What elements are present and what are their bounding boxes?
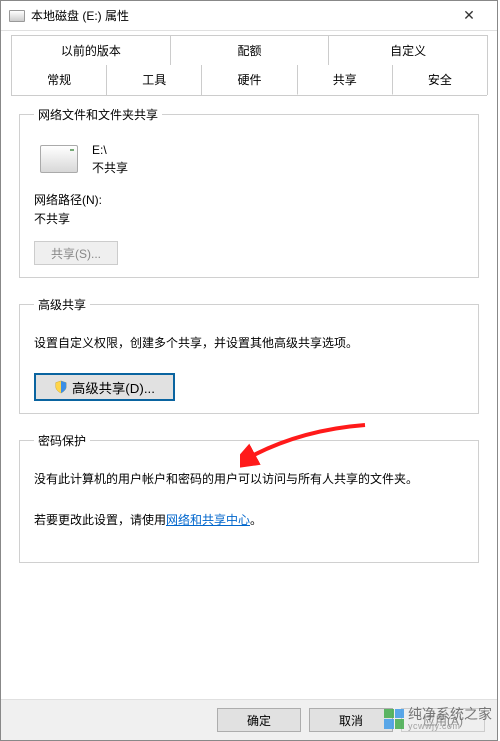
group-network-share-legend: 网络文件和文件夹共享: [34, 106, 162, 123]
tab-row-2: 常规 工具 硬件 共享 安全: [11, 65, 487, 96]
tab-security[interactable]: 安全: [392, 65, 488, 95]
drive-info: E:\ 不共享: [92, 141, 128, 177]
advanced-share-button-label: 高级共享(D)...: [72, 378, 155, 397]
network-path-label: 网络路径(N):: [34, 191, 464, 208]
tabs-area: 以前的版本 配额 自定义 常规 工具 硬件 共享 安全: [1, 31, 497, 96]
drive-large-icon: [40, 145, 78, 173]
watermark-text: 纯净系统之家 ycwwjy.com: [408, 707, 492, 731]
tab-previous-versions[interactable]: 以前的版本: [11, 35, 171, 65]
group-advanced-share: 高级共享 设置自定义权限，创建多个共享，并设置其他高级共享选项。 高级共享(D)…: [19, 296, 479, 414]
share-button[interactable]: 共享(S)...: [34, 241, 118, 265]
tab-quota[interactable]: 配额: [170, 35, 330, 65]
group-advanced-share-legend: 高级共享: [34, 296, 90, 313]
tab-row-1: 以前的版本 配额 自定义: [11, 35, 487, 65]
password-desc-1: 没有此计算机的用户帐户和密码的用户可以访问与所有人共享的文件夹。: [34, 469, 464, 489]
watermark-logo-icon: [384, 709, 404, 729]
group-password-protect-legend: 密码保护: [34, 432, 90, 449]
drive-path: E:\: [92, 141, 128, 159]
close-button[interactable]: ✕: [449, 1, 489, 31]
tab-general[interactable]: 常规: [11, 65, 107, 95]
drive-icon: [9, 10, 25, 22]
tab-content: 网络文件和文件夹共享 E:\ 不共享 网络路径(N): 不共享 共享(S)...…: [1, 96, 497, 699]
drive-display: E:\ 不共享: [40, 141, 464, 177]
share-status: 不共享: [92, 159, 128, 177]
tab-sharing[interactable]: 共享: [297, 65, 393, 95]
shield-icon: [54, 380, 68, 394]
titlebar[interactable]: 本地磁盘 (E:) 属性 ✕: [1, 1, 497, 31]
advanced-share-desc: 设置自定义权限，创建多个共享，并设置其他高级共享选项。: [34, 333, 464, 353]
tab-customize[interactable]: 自定义: [328, 35, 488, 65]
password-desc-2-suffix: 。: [250, 513, 262, 527]
password-desc-2: 若要更改此设置，请使用网络和共享中心。: [34, 510, 464, 530]
advanced-share-button[interactable]: 高级共享(D)...: [34, 373, 175, 401]
password-desc-2-prefix: 若要更改此设置，请使用: [34, 513, 166, 527]
tab-tools[interactable]: 工具: [106, 65, 202, 95]
group-network-share: 网络文件和文件夹共享 E:\ 不共享 网络路径(N): 不共享 共享(S)...: [19, 106, 479, 278]
cancel-button[interactable]: 取消: [309, 708, 393, 732]
window-title: 本地磁盘 (E:) 属性: [31, 7, 449, 24]
tab-hardware[interactable]: 硬件: [201, 65, 297, 95]
watermark-name: 纯净系统之家: [408, 707, 492, 722]
network-sharing-center-link[interactable]: 网络和共享中心: [166, 513, 250, 527]
properties-dialog: 本地磁盘 (E:) 属性 ✕ 以前的版本 配额 自定义 常规 工具 硬件 共享 …: [0, 0, 498, 741]
network-path-value: 不共享: [34, 210, 464, 227]
group-password-protect: 密码保护 没有此计算机的用户帐户和密码的用户可以访问与所有人共享的文件夹。 若要…: [19, 432, 479, 563]
ok-button[interactable]: 确定: [217, 708, 301, 732]
watermark: 纯净系统之家 ycwwjy.com: [384, 707, 492, 731]
watermark-url: ycwwjy.com: [408, 722, 492, 731]
